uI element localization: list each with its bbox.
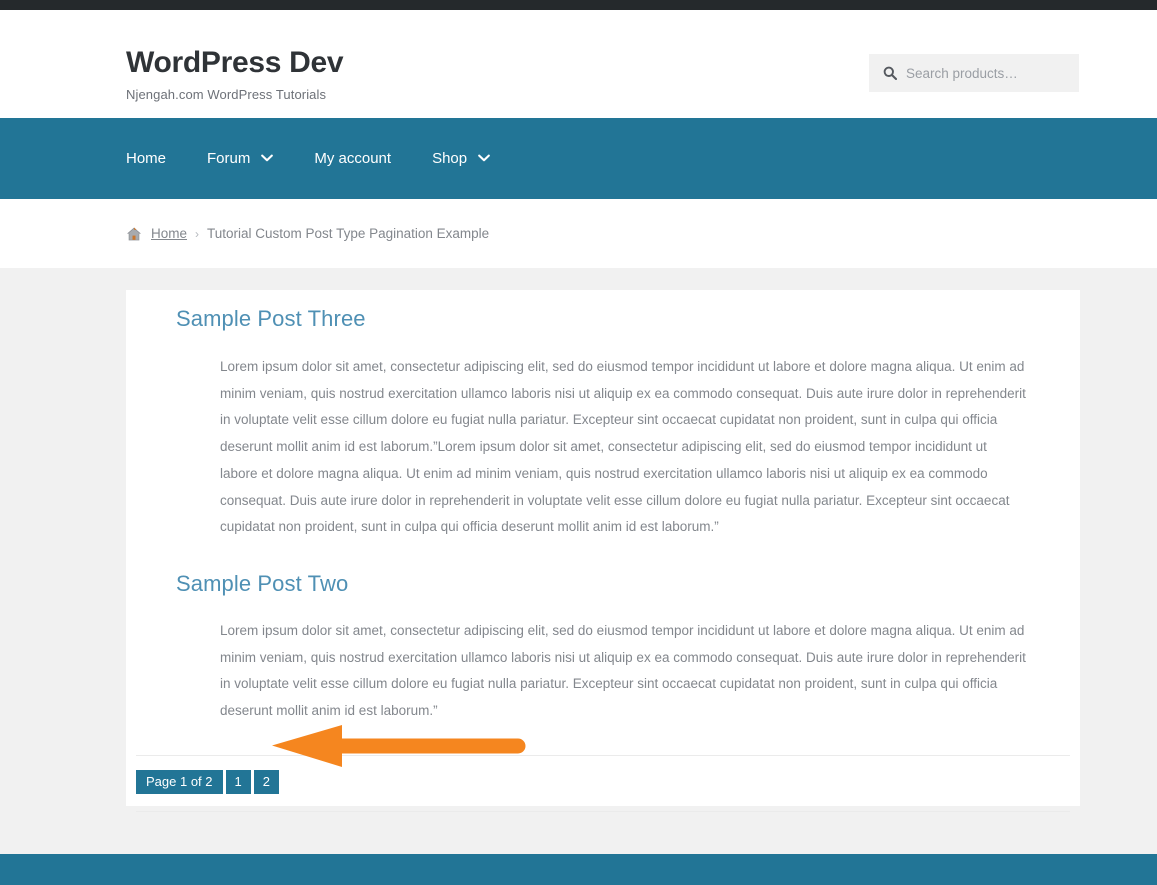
post-item: Sample Post Two Lorem ipsum dolor sit am… [126,541,1080,725]
nav-item-forum[interactable]: Forum [207,150,274,167]
nav-list: Home Forum My account Shop [0,151,490,166]
nav-item-home[interactable]: Home [126,151,166,166]
post-excerpt: Lorem ipsum dolor sit amet, consectetur … [220,359,1026,535]
nav-item-label: Forum [207,150,251,167]
site-branding[interactable]: WordPress Dev Njengah.com WordPress Tuto… [126,46,344,102]
post-title[interactable]: Sample Post Three [176,290,1030,332]
pagination-container: Page 1 of 2 1 2 [136,754,1070,812]
product-search-box[interactable] [869,54,1079,92]
chevron-down-icon[interactable] [478,154,490,162]
post-excerpt: Lorem ipsum dolor sit amet, consectetur … [220,623,1026,719]
nav-item-shop[interactable]: Shop [432,151,490,166]
breadcrumb-link-home[interactable]: Home [151,226,187,241]
nav-item-label: My account [314,150,392,167]
pagination-page-2[interactable]: 2 [253,769,279,794]
nav-item-label: Home [126,150,167,167]
breadcrumb-current-page: Tutorial Custom Post Type Pagination Exa… [207,226,490,241]
admin-top-bar [0,0,1157,10]
content-card: Sample Post Three Lorem ipsum dolor sit … [126,290,1080,812]
breadcrumb-bar: Home › Tutorial Custom Post Type Paginat… [0,199,1157,268]
nav-item-label: Shop [432,150,468,167]
search-input[interactable] [906,65,1069,81]
main-navigation: Home Forum My account Shop [0,118,1157,199]
breadcrumb-separator: › [195,226,200,241]
pagination-page-1[interactable]: 1 [225,769,251,794]
home-icon[interactable] [126,226,142,242]
post-item: Sample Post Three Lorem ipsum dolor sit … [126,290,1080,541]
site-title[interactable]: WordPress Dev [126,46,344,79]
breadcrumb: Home › Tutorial Custom Post Type Paginat… [0,226,489,242]
nav-item-my-account[interactable]: My account [314,151,391,166]
post-title[interactable]: Sample Post Two [176,541,1030,597]
pagination-page-info: Page 1 of 2 [136,769,223,794]
site-footer [0,854,1157,885]
chevron-down-icon[interactable] [261,154,274,162]
pagination: Page 1 of 2 1 2 [136,769,1070,794]
search-icon [883,66,897,80]
site-tagline: Njengah.com WordPress Tutorials [126,87,327,102]
site-header: WordPress Dev Njengah.com WordPress Tuto… [0,10,1157,118]
page-body: Sample Post Three Lorem ipsum dolor sit … [0,268,1157,854]
